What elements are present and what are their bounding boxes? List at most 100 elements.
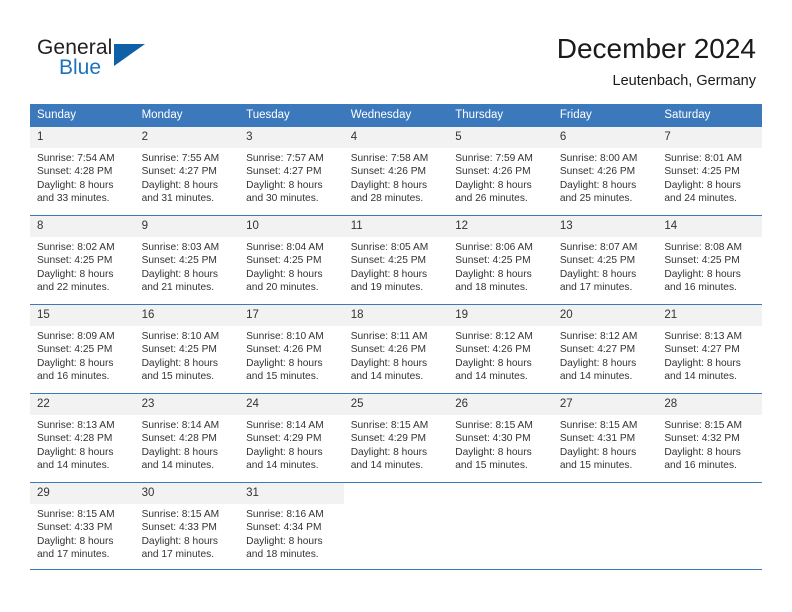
calendar-day-cell[interactable]: 7 Sunrise: 8:01 AM Sunset: 4:25 PM Daylight…: [657, 126, 762, 216]
calendar-day-cell[interactable]: 4 Sunrise: 7:58 AM Sunset: 4:26 PM Daylight…: [343, 126, 449, 216]
calendar-day-cell[interactable]: 20 Sunrise: 8:12 AM Sunset: 4:27 PM Dayligh…: [552, 304, 658, 394]
calendar-day-cell[interactable]: 10 Sunrise: 8:04 AM Sunset: 4:25 PM Dayligh…: [239, 215, 344, 305]
sunrise-time: Sunrise: 8:16 AM: [246, 509, 324, 520]
calendar-week-row: 22 Sunrise: 8:13 AM Sunset: 4:28 PM Dayligh…: [30, 393, 762, 483]
sunrise-time: Sunrise: 8:08 AM: [664, 242, 742, 253]
daylight-duration-line2: and 15 minutes.: [455, 460, 528, 472]
daylight-duration-line2: and 15 minutes.: [559, 460, 633, 472]
day-details: Sunrise: 7:54 AM Sunset: 4:28 PM Daylight:…: [30, 148, 135, 206]
day-number: 4: [343, 127, 449, 148]
daylight-duration-line1: Daylight: 8 hours: [559, 268, 637, 280]
sunset-time: Sunset: 4:33 PM: [141, 522, 217, 534]
calendar-day-cell[interactable]: 26 Sunrise: 8:15 AM Sunset: 4:30 PM Dayligh…: [448, 393, 553, 483]
calendar-day-cell[interactable]: 11 Sunrise: 8:05 AM Sunset: 4:25 PM Dayligh…: [343, 215, 449, 305]
calendar-day-cell[interactable]: 31 Sunrise: 8:16 AM Sunset: 4:34 PM Dayligh…: [239, 482, 344, 570]
calendar-day-cell[interactable]: 30 Sunrise: 8:15 AM Sunset: 4:33 PM Dayligh…: [134, 482, 240, 570]
calendar-day-cell[interactable]: 17 Sunrise: 8:10 AM Sunset: 4:26 PM Dayligh…: [239, 304, 344, 394]
calendar-day-cell[interactable]: 2 Sunrise: 7:55 AM Sunset: 4:27 PM Daylight…: [134, 126, 240, 216]
sunset-time: Sunset: 4:30 PM: [455, 433, 531, 445]
sunrise-time: Sunrise: 8:15 AM: [37, 509, 115, 520]
day-number: 20: [552, 305, 658, 326]
page-subtitle: Leutenbach, Germany: [612, 73, 756, 89]
weekday-header-wednesday: Wednesday: [343, 104, 449, 127]
general-blue-logo[interactable]: General Blue: [37, 36, 167, 86]
calendar-day-cell[interactable]: 23 Sunrise: 8:14 AM Sunset: 4:28 PM Dayligh…: [134, 393, 240, 483]
day-details: Sunrise: 8:08 AM Sunset: 4:25 PM Daylight:…: [657, 237, 762, 295]
daylight-duration-line2: and 31 minutes.: [141, 193, 215, 205]
day-number: 23: [134, 394, 240, 415]
sunset-time: Sunset: 4:29 PM: [246, 433, 322, 445]
sunrise-time: Sunrise: 8:03 AM: [141, 242, 220, 253]
calendar-day-cell[interactable]: 14 Sunrise: 8:08 AM Sunset: 4:25 PM Dayligh…: [657, 215, 762, 305]
calendar-week-row: 1 Sunrise: 7:54 AM Sunset: 4:28 PM Daylight…: [30, 126, 762, 216]
calendar-day-cell[interactable]: 1 Sunrise: 7:54 AM Sunset: 4:28 PM Daylight…: [30, 126, 135, 216]
day-details: Sunrise: 8:00 AM Sunset: 4:26 PM Daylight:…: [553, 148, 658, 206]
daylight-duration-line2: and 25 minutes.: [559, 193, 633, 205]
day-number: 8: [30, 216, 135, 237]
calendar-day-cell-empty: [657, 482, 762, 570]
sunrise-time: Sunrise: 8:10 AM: [246, 331, 324, 342]
calendar-day-cell[interactable]: 18 Sunrise: 8:11 AM Sunset: 4:26 PM Dayligh…: [343, 304, 449, 394]
sunrise-time: Sunrise: 8:15 AM: [455, 420, 533, 431]
day-details: Sunrise: 8:15 AM Sunset: 4:29 PM Daylight:…: [344, 415, 449, 473]
sunrise-time: Sunrise: 8:15 AM: [350, 420, 429, 431]
calendar-day-cell[interactable]: 22 Sunrise: 8:13 AM Sunset: 4:28 PM Dayligh…: [30, 393, 135, 483]
calendar-day-cell[interactable]: 15 Sunrise: 8:09 AM Sunset: 4:25 PM Dayligh…: [30, 304, 135, 394]
sunrise-time: Sunrise: 8:00 AM: [559, 153, 638, 164]
sunrise-time: Sunrise: 7:57 AM: [246, 153, 324, 164]
day-details: Sunrise: 8:11 AM Sunset: 4:26 PM Daylight:…: [344, 326, 449, 384]
day-number: 30: [134, 483, 240, 504]
day-details: Sunrise: 8:13 AM Sunset: 4:27 PM Daylight:…: [657, 326, 762, 384]
sunrise-time: Sunrise: 8:05 AM: [350, 242, 429, 253]
calendar-day-cell[interactable]: 27 Sunrise: 8:15 AM Sunset: 4:31 PM Dayligh…: [552, 393, 658, 483]
day-details: Sunrise: 8:12 AM Sunset: 4:27 PM Daylight:…: [553, 326, 658, 384]
daylight-duration-line2: and 26 minutes.: [455, 193, 528, 205]
sunset-time: Sunset: 4:26 PM: [455, 166, 531, 178]
sunset-time: Sunset: 4:26 PM: [246, 344, 322, 356]
calendar-day-cell[interactable]: 8 Sunrise: 8:02 AM Sunset: 4:25 PM Daylight…: [30, 215, 135, 305]
calendar-day-cell[interactable]: 28 Sunrise: 8:15 AM Sunset: 4:32 PM Dayligh…: [657, 393, 762, 483]
day-number: 6: [552, 127, 658, 148]
day-details: Sunrise: 8:05 AM Sunset: 4:25 PM Daylight:…: [344, 237, 449, 295]
sunset-time: Sunset: 4:25 PM: [141, 344, 217, 356]
calendar-day-cell[interactable]: 19 Sunrise: 8:12 AM Sunset: 4:26 PM Dayligh…: [448, 304, 553, 394]
calendar-day-cell[interactable]: 12 Sunrise: 8:06 AM Sunset: 4:25 PM Dayligh…: [448, 215, 553, 305]
day-number: 17: [239, 305, 344, 326]
daylight-duration-line1: Daylight: 8 hours: [246, 446, 323, 458]
daylight-duration-line1: Daylight: 8 hours: [37, 179, 114, 191]
sunset-time: Sunset: 4:25 PM: [664, 166, 740, 178]
sunset-time: Sunset: 4:27 PM: [559, 344, 636, 356]
daylight-duration-line1: Daylight: 8 hours: [246, 179, 323, 191]
sunset-time: Sunset: 4:26 PM: [350, 166, 427, 178]
sunrise-time: Sunrise: 8:09 AM: [37, 331, 115, 342]
daylight-duration-line1: Daylight: 8 hours: [664, 179, 741, 191]
calendar-day-cell[interactable]: 25 Sunrise: 8:15 AM Sunset: 4:29 PM Dayligh…: [343, 393, 449, 483]
sunset-time: Sunset: 4:25 PM: [37, 255, 113, 267]
daylight-duration-line2: and 24 minutes.: [664, 193, 737, 205]
calendar-day-cell[interactable]: 16 Sunrise: 8:10 AM Sunset: 4:25 PM Dayligh…: [134, 304, 240, 394]
sunset-time: Sunset: 4:28 PM: [37, 433, 113, 445]
sunset-time: Sunset: 4:29 PM: [350, 433, 427, 445]
day-details: Sunrise: 8:09 AM Sunset: 4:25 PM Daylight:…: [30, 326, 135, 384]
calendar-day-cell[interactable]: 29 Sunrise: 8:15 AM Sunset: 4:33 PM Dayligh…: [30, 482, 135, 570]
daylight-duration-line1: Daylight: 8 hours: [559, 446, 637, 458]
calendar-day-cell[interactable]: 9 Sunrise: 8:03 AM Sunset: 4:25 PM Daylight…: [134, 215, 240, 305]
daylight-duration-line1: Daylight: 8 hours: [664, 357, 741, 369]
calendar-body: 1 Sunrise: 7:54 AM Sunset: 4:28 PM Daylight…: [30, 126, 762, 570]
sunset-time: Sunset: 4:25 PM: [559, 255, 636, 267]
daylight-duration-line1: Daylight: 8 hours: [455, 357, 532, 369]
day-number: 14: [657, 216, 762, 237]
sunset-time: Sunset: 4:25 PM: [37, 344, 113, 356]
calendar-day-cell[interactable]: 21 Sunrise: 8:13 AM Sunset: 4:27 PM Dayligh…: [657, 304, 762, 394]
day-number: 16: [134, 305, 240, 326]
sunrise-time: Sunrise: 8:15 AM: [141, 509, 220, 520]
sunset-time: Sunset: 4:26 PM: [455, 344, 531, 356]
sunrise-time: Sunrise: 8:14 AM: [246, 420, 324, 431]
calendar-day-cell[interactable]: 3 Sunrise: 7:57 AM Sunset: 4:27 PM Daylight…: [239, 126, 344, 216]
calendar-day-cell[interactable]: 24 Sunrise: 8:14 AM Sunset: 4:29 PM Dayligh…: [239, 393, 344, 483]
calendar-day-cell[interactable]: 5 Sunrise: 7:59 AM Sunset: 4:26 PM Daylight…: [448, 126, 553, 216]
day-details: Sunrise: 8:02 AM Sunset: 4:25 PM Daylight:…: [30, 237, 135, 295]
calendar-page: General Blue December 2024 Leutenbach, G…: [0, 0, 792, 612]
calendar-day-cell[interactable]: 6 Sunrise: 8:00 AM Sunset: 4:26 PM Daylight…: [552, 126, 658, 216]
calendar-day-cell[interactable]: 13 Sunrise: 8:07 AM Sunset: 4:25 PM Dayligh…: [552, 215, 658, 305]
